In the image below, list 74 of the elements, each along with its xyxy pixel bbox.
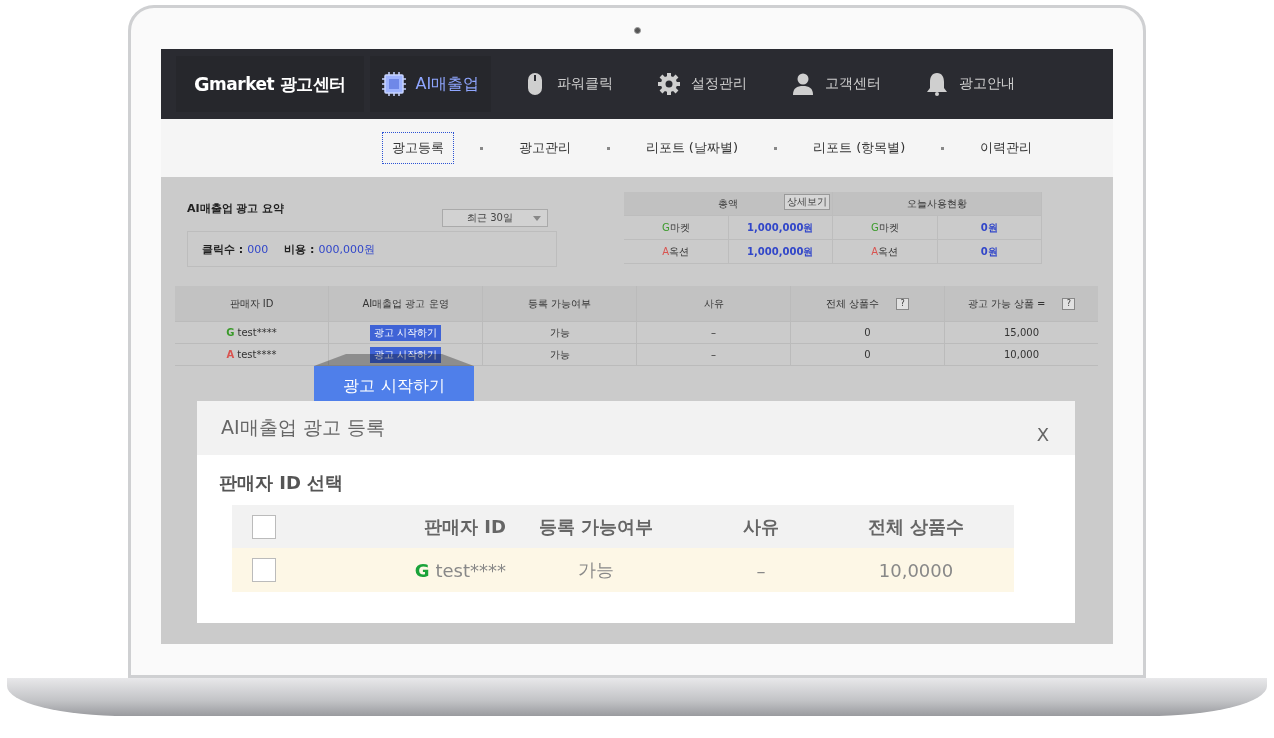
section-title: 판매자 ID 선택 <box>218 471 345 495</box>
table-cell: 15,000 <box>1004 327 1039 338</box>
today-amount: 0원 <box>980 244 998 259</box>
market-mark: G <box>870 222 879 233</box>
camera-icon <box>633 27 641 34</box>
period-dropdown[interactable]: 최근 30일 <box>442 209 548 227</box>
column-header: 등록 가능여부 <box>538 514 654 539</box>
market-name: 옥션 <box>669 244 690 259</box>
clicks-value: 000 <box>247 242 269 256</box>
caret-icon <box>533 215 541 221</box>
table-cell: 가능 <box>549 347 570 362</box>
help-button[interactable]: ? <box>1062 297 1076 310</box>
column-header: 판매자 ID <box>424 514 506 539</box>
seller-id: test**** <box>237 327 277 338</box>
nav-tab[interactable]: 파워클릭 <box>511 56 626 112</box>
cost-value: 000,000원 <box>318 241 375 257</box>
dialog-title: AI매출업 광고 등록 <box>221 415 385 440</box>
close-button[interactable]: X <box>1036 423 1049 445</box>
market-mark: A <box>662 246 670 257</box>
today-amount: 0원 <box>980 220 998 235</box>
column-header: 등록 가능여부 <box>527 296 592 311</box>
column-header: 총액 <box>718 196 738 211</box>
column-header: 사유 <box>743 514 779 539</box>
start-ad-button[interactable]: 광고 시작하기 <box>369 324 442 341</box>
seller-mark: G <box>414 559 430 581</box>
market-name: 마켓 <box>669 220 690 235</box>
table-cell: 가능 <box>549 325 570 340</box>
table-cell: – <box>711 349 716 360</box>
sub-nav-tab[interactable]: 리포트 (날짜별) <box>635 132 748 164</box>
checkbox[interactable] <box>252 514 276 539</box>
nav-tab[interactable]: 설정관리 <box>645 56 760 112</box>
sub-nav-tab[interactable]: 광고등록 <box>381 132 454 164</box>
help-button[interactable]: ? <box>896 297 910 310</box>
column-header: 오늘사용현황 <box>907 196 967 211</box>
logo[interactable]: Gmarket 광고센터 <box>176 56 364 112</box>
person-icon <box>791 72 816 96</box>
total-amount: 1,000,000원 <box>747 244 814 259</box>
table-cell: 10,0000 <box>878 559 954 581</box>
table-cell: – <box>756 559 766 581</box>
column-header: 사유 <box>703 296 724 311</box>
summary-title: AI매출업 광고 요약 <box>187 201 285 216</box>
nav-tab[interactable]: 고객센터 <box>779 56 894 112</box>
table-cell: 10,000 <box>1004 349 1039 360</box>
chip-icon <box>381 72 406 96</box>
checkbox[interactable] <box>252 558 276 582</box>
market-mark: G <box>661 222 670 233</box>
column-header: 판매자 ID <box>229 296 274 311</box>
clicks-label: 클릭수 : <box>202 241 244 257</box>
table-cell: 0 <box>864 327 871 338</box>
market-name: 마켓 <box>878 220 899 235</box>
seller-id: test**** <box>435 559 506 581</box>
cost-label: 비용 : <box>284 241 315 257</box>
sub-nav-tab[interactable]: 이력관리 <box>970 132 1043 164</box>
settings-icon <box>657 72 682 96</box>
nav-tab[interactable]: AI매출업 <box>369 56 492 112</box>
market-name: 옥션 <box>878 244 899 259</box>
sub-nav-tab[interactable]: 광고관리 <box>508 132 581 164</box>
total-amount: 1,000,000원 <box>747 220 814 235</box>
seller-id: test**** <box>237 349 277 360</box>
nav-tab[interactable]: 광고안내 <box>913 56 1028 112</box>
seller-mark: G <box>226 327 235 338</box>
market-mark: A <box>871 246 879 257</box>
seller-mark: A <box>226 349 235 360</box>
column-header: 광고 가능 상품 = <box>967 296 1046 311</box>
detail-button[interactable]: 상세보기 <box>784 194 830 210</box>
table-cell: 가능 <box>578 558 614 582</box>
table-cell: – <box>711 327 716 338</box>
column-header: 전체 상품수 <box>867 514 965 539</box>
sub-nav-tab[interactable]: 리포트 (항목별) <box>803 132 916 164</box>
table-cell: 0 <box>864 349 871 360</box>
column-header: AI매출업 광고 운영 <box>362 296 449 311</box>
bell-icon <box>925 72 950 96</box>
start-ad-button[interactable]: 광고 시작하기 <box>369 346 442 363</box>
column-header: 전체 상품수 <box>825 296 880 311</box>
